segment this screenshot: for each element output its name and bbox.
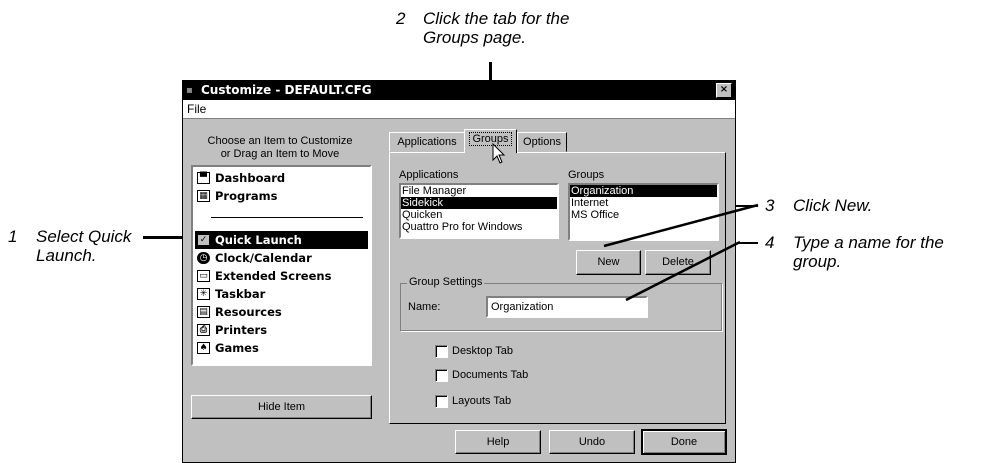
item-label: Dashboard [215, 171, 286, 185]
instructions-line2: or Drag an Item to Move [220, 148, 340, 160]
done-label: Done [670, 436, 698, 448]
groups-label: Groups [568, 169, 605, 181]
item-label: Games [215, 341, 259, 355]
list-item[interactable]: Quicken [401, 209, 557, 221]
item-printers[interactable]: ⎙ Printers [195, 321, 368, 339]
resources-icon: ▤ [197, 306, 210, 318]
callout-2-text: Click the tab for the Groups page. [423, 9, 569, 47]
hide-item-label: Hide Item [257, 401, 306, 413]
callout-4-line1: Type a name for the [793, 233, 944, 252]
item-label: Extended Screens [215, 269, 332, 283]
callout-1-number: 1 [8, 227, 18, 246]
callout-4-text: Type a name for the group. [793, 233, 944, 271]
item-clock-calendar[interactable]: ◷ Clock/Calendar [195, 249, 368, 267]
tab-applications[interactable]: Applications [389, 132, 465, 152]
list-divider [211, 217, 363, 218]
item-games[interactable]: ♠ Games [195, 339, 368, 357]
checkbox-label: Desktop Tab [452, 345, 513, 357]
list-item[interactable]: File Manager [401, 185, 557, 197]
callout-2-number: 2 [396, 9, 406, 28]
tab-groups[interactable]: Groups [464, 129, 517, 153]
checkbox-box[interactable] [435, 345, 448, 358]
callout-2-line1: Click the tab for the [423, 9, 570, 28]
item-quick-launch[interactable]: ✓ Quick Launch [195, 231, 368, 249]
help-button[interactable]: Help [455, 430, 541, 454]
help-label: Help [486, 436, 510, 448]
group-settings-label: Group Settings [407, 276, 485, 288]
tab-options[interactable]: Options [517, 132, 567, 152]
undo-button[interactable]: Undo [549, 430, 635, 454]
callout-1-text: Select Quick Launch. [36, 227, 131, 265]
item-label: Programs [215, 189, 278, 203]
item-instructions: Choose an Item to Customize or Drag an I… [193, 135, 367, 161]
callout-3-number: 3 [765, 196, 775, 215]
item-resources[interactable]: ▤ Resources [195, 303, 368, 321]
mouse-cursor-icon [492, 143, 506, 164]
checkbox-label: Documents Tab [452, 369, 529, 381]
callout-1-line1: Select Quick [36, 227, 132, 246]
clock-icon: ◷ [197, 252, 210, 264]
tab-options-label: Options [523, 136, 561, 148]
callout-4-pointer-line [625, 240, 741, 302]
item-extended-screens[interactable]: ▭ Extended Screens [195, 267, 368, 285]
done-button[interactable]: Done [641, 429, 727, 455]
extended-screens-icon: ▭ [197, 270, 210, 282]
item-programs[interactable]: ▦ Programs [195, 187, 368, 205]
system-menu-icon[interactable]: ▪ [186, 85, 198, 96]
applications-list[interactable]: File Manager Sidekick Quicken Quattro Pr… [399, 183, 559, 239]
item-taskbar[interactable]: ✳ Taskbar [195, 285, 368, 303]
hide-item-button[interactable]: Hide Item [191, 395, 372, 419]
item-label: Taskbar [215, 287, 266, 301]
quick-launch-icon: ✓ [197, 234, 210, 246]
taskbar-icon: ✳ [197, 288, 210, 300]
new-label: New [597, 256, 620, 268]
item-dashboard[interactable]: ▀ Dashboard [195, 169, 368, 187]
item-label: Printers [215, 323, 268, 337]
item-label: Resources [215, 305, 282, 319]
close-button[interactable]: × [716, 83, 732, 98]
item-label: Quick Launch [215, 233, 302, 247]
callout-4-number: 4 [765, 233, 775, 252]
callout-2-line2: Groups page. [423, 28, 527, 47]
callout-3-line1: Click New. [793, 196, 873, 215]
checkbox-box[interactable] [435, 369, 448, 382]
callout-3-text: Click New. [793, 196, 872, 215]
games-icon: ♠ [197, 342, 210, 354]
list-item[interactable]: Sidekick [401, 197, 557, 209]
list-item[interactable]: Quattro Pro for Windows [401, 221, 557, 233]
callout-1-line2: Launch. [36, 246, 97, 265]
dashboard-icon: ▀ [197, 172, 210, 184]
item-label: Clock/Calendar [215, 251, 312, 265]
list-item[interactable]: Organization [570, 185, 717, 197]
programs-icon: ▦ [197, 190, 210, 202]
instructions-line1: Choose an Item to Customize [207, 135, 353, 147]
menu-bar: File [183, 100, 735, 119]
menu-file[interactable]: File [187, 100, 206, 118]
printers-icon: ⎙ [197, 324, 210, 336]
callout-4-line2: group. [793, 252, 842, 271]
applications-label: Applications [399, 169, 459, 181]
checkbox-label: Layouts Tab [452, 395, 512, 407]
customize-item-list[interactable]: ▀ Dashboard ▦ Programs ✓ Quick Launch ◷ … [191, 165, 372, 366]
title-bar: ▪ Customize - DEFAULT.CFG × [183, 81, 735, 100]
window-title: Customize - DEFAULT.CFG [201, 83, 372, 97]
name-label: Name: [408, 301, 441, 313]
tab-applications-label: Applications [397, 136, 457, 148]
undo-label: Undo [578, 436, 606, 448]
checkbox-box[interactable] [435, 395, 448, 408]
